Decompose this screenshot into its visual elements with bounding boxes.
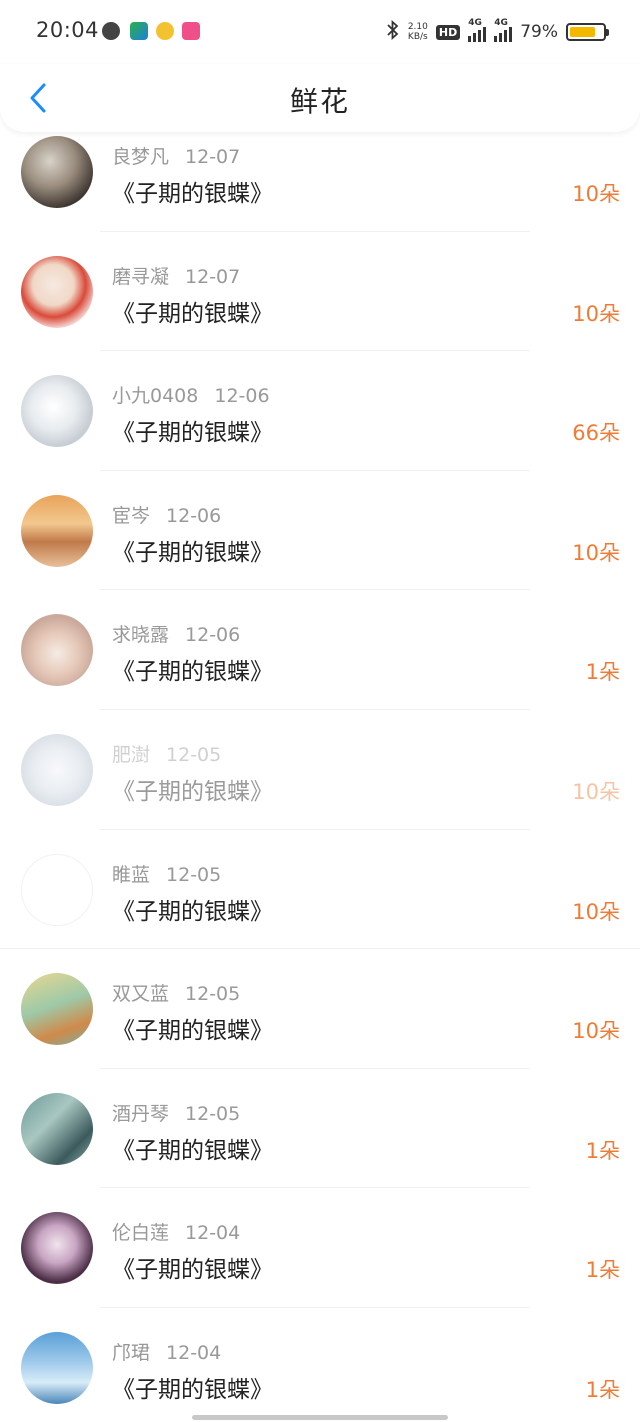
list-item[interactable]: 小九0408 12-06 《子期的银蝶》 66朵	[0, 351, 640, 471]
battery-fill	[570, 27, 596, 37]
user-name: 邝珺	[112, 1341, 151, 1364]
item-date: 12-06	[214, 385, 270, 408]
item-date: 12-07	[185, 265, 241, 288]
avatar[interactable]	[21, 973, 93, 1046]
item-meta: 良梦凡 12-07	[112, 142, 240, 169]
item-meta: 伦白莲 12-04	[112, 1218, 240, 1245]
user-name: 睢蓝	[112, 863, 151, 886]
flower-count: 10朵	[572, 182, 620, 206]
list-item[interactable]: 睢蓝 12-05 《子期的银蝶》 10朵	[0, 830, 640, 950]
signal-icon: 4G	[494, 18, 513, 42]
app-icon	[156, 22, 174, 40]
list-item[interactable]: 邝珺 12-04 《子期的银蝶》 1朵	[0, 1308, 640, 1422]
flower-count: 10朵	[572, 899, 620, 924]
battery-percent: 79%	[520, 22, 558, 42]
status-right-group: 2.10 KB/s HD 4G 4G 79%	[386, 18, 609, 46]
flower-count: 10朵	[572, 1019, 620, 1044]
flower-count: 1朵	[585, 1377, 620, 1402]
item-date: 12-05	[166, 743, 222, 766]
book-title: 《子期的银蝶》	[112, 1137, 273, 1164]
book-title: 《子期的银蝶》	[112, 778, 273, 805]
battery-icon	[566, 23, 609, 41]
item-date: 12-04	[185, 1222, 241, 1245]
globe-icon	[102, 22, 120, 40]
app-icon	[182, 22, 200, 40]
list-item[interactable]: 求晓露 12-06 《子期的银蝶》 1朵	[0, 590, 640, 710]
book-title: 《子期的银蝶》	[112, 898, 273, 925]
flower-count: 10朵	[572, 779, 620, 804]
avatar[interactable]	[21, 255, 93, 328]
item-date: 12-07	[185, 146, 241, 168]
flower-count: 1朵	[585, 660, 620, 685]
flower-count: 66朵	[572, 421, 620, 446]
user-name: 良梦凡	[112, 146, 170, 168]
item-meta: 睢蓝 12-05	[112, 860, 221, 887]
book-title: 《子期的银蝶》	[112, 659, 273, 686]
user-name: 磨寻凝	[112, 265, 170, 288]
page-title: 鲜花	[289, 85, 350, 118]
list-item[interactable]: 磨寻凝 12-07 《子期的银蝶》 10朵	[0, 232, 640, 352]
avatar[interactable]	[21, 853, 93, 926]
user-name: 伦白莲	[112, 1222, 170, 1245]
list-item[interactable]: 宦岑 12-06 《子期的银蝶》 10朵	[0, 471, 640, 591]
user-name: 求晓露	[112, 624, 170, 647]
user-name: 双又蓝	[112, 983, 170, 1006]
item-date: 12-05	[166, 863, 222, 886]
network-speed-unit: KB/s	[407, 32, 428, 42]
book-title: 《子期的银蝶》	[112, 181, 273, 207]
signal-2-label: 4G	[494, 18, 508, 28]
item-meta: 肥澍 12-05	[112, 740, 221, 767]
avatar[interactable]	[21, 733, 93, 806]
flower-count: 1朵	[585, 1258, 620, 1283]
flower-list: 良梦凡 12-07 《子期的银蝶》 10朵 磨寻凝 12-07 《子期的银蝶》 10朵 小九04…	[0, 112, 640, 1422]
list-item[interactable]: 双又蓝 12-05 《子期的银蝶》 10朵	[0, 949, 640, 1069]
status-bar: 20:04 2.10 KB/s HD 4G 4G 79%	[0, 0, 640, 64]
list-item[interactable]: 伦白莲 12-04 《子期的银蝶》 1朵	[0, 1188, 640, 1308]
item-date: 12-04	[166, 1341, 222, 1364]
book-title: 《子期的银蝶》	[112, 1257, 273, 1284]
item-meta: 小九0408 12-06	[112, 381, 270, 408]
book-title: 《子期的银蝶》	[112, 1018, 273, 1045]
avatar[interactable]	[21, 1331, 93, 1404]
network-speed: 2.10 KB/s	[408, 22, 428, 42]
network-speed-value: 2.10	[407, 22, 428, 32]
nav-bar: 鲜花	[0, 64, 640, 132]
home-indicator	[192, 1415, 448, 1420]
user-name: 宦岑	[112, 504, 151, 527]
item-date: 12-06	[185, 624, 241, 647]
item-meta: 酒丹琴 12-05	[112, 1099, 240, 1126]
list-item[interactable]: 肥澍 12-05 《子期的银蝶》 10朵	[0, 710, 640, 830]
item-date: 12-06	[166, 504, 222, 527]
avatar[interactable]	[21, 1212, 93, 1285]
signal-1-label: 4G	[468, 18, 482, 28]
item-date: 12-05	[185, 1102, 241, 1125]
hd-icon: HD	[435, 24, 461, 40]
signal-icon: 4G	[468, 18, 487, 42]
book-title: 《子期的银蝶》	[112, 539, 273, 566]
user-name: 小九0408	[112, 385, 199, 408]
book-title: 《子期的银蝶》	[112, 1376, 273, 1403]
avatar[interactable]	[21, 494, 93, 567]
item-meta: 求晓露 12-06	[112, 620, 240, 647]
item-meta: 磨寻凝 12-07	[112, 262, 240, 289]
flower-count: 1朵	[585, 1138, 620, 1163]
avatar[interactable]	[21, 375, 93, 448]
book-title: 《子期的银蝶》	[112, 420, 273, 447]
item-meta: 双又蓝 12-05	[112, 979, 240, 1006]
list-item[interactable]: 酒丹琴 12-05 《子期的银蝶》 1朵	[0, 1069, 640, 1189]
avatar[interactable]	[21, 1092, 93, 1165]
book-title: 《子期的银蝶》	[112, 300, 273, 327]
item-meta: 宦岑 12-06	[112, 501, 221, 528]
flower-count: 10朵	[572, 540, 620, 565]
bluetooth-icon	[386, 19, 400, 45]
avatar[interactable]	[21, 136, 93, 208]
user-name: 酒丹琴	[112, 1102, 170, 1125]
user-name: 肥澍	[112, 743, 151, 766]
flower-count: 10朵	[572, 301, 620, 326]
app-icon	[130, 22, 148, 40]
status-time: 20:04	[36, 18, 100, 42]
item-meta: 邝珺 12-04	[112, 1338, 221, 1365]
avatar[interactable]	[21, 614, 93, 687]
item-date: 12-05	[185, 983, 241, 1006]
